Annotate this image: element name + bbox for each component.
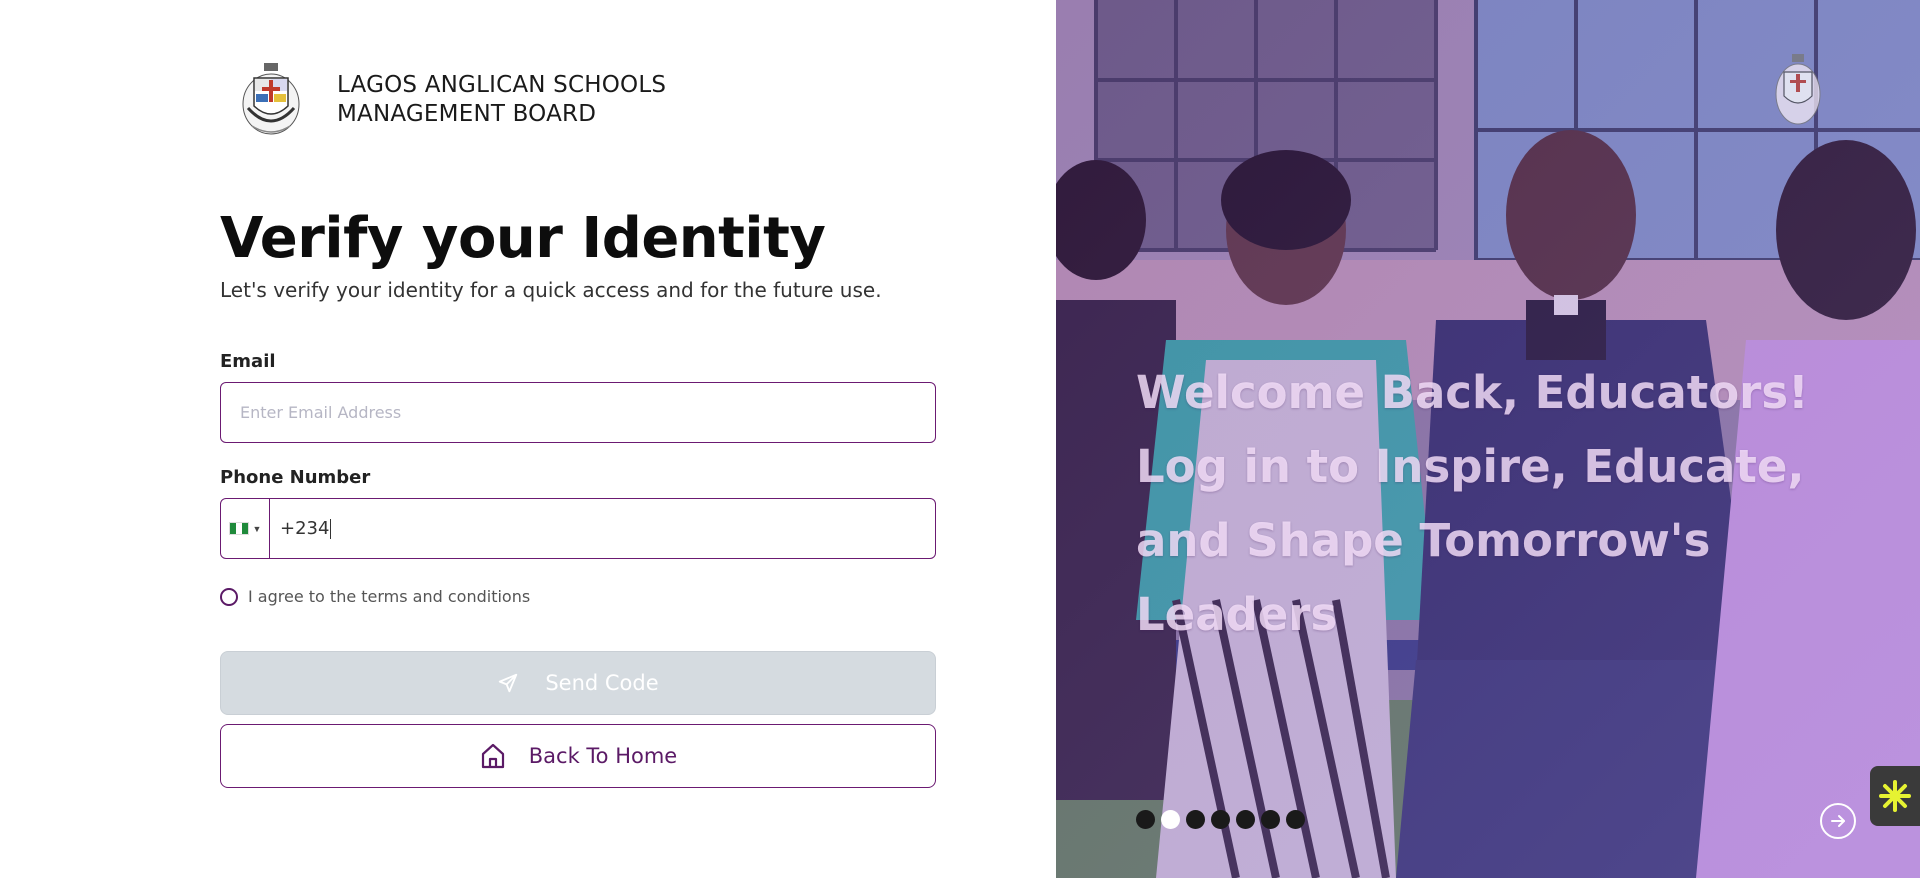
send-code-button[interactable]: Send Code: [220, 651, 936, 715]
phone-field[interactable]: +234: [270, 499, 935, 558]
send-icon: [497, 672, 519, 694]
crest-watermark-icon: [1775, 54, 1821, 125]
carousel-dot[interactable]: [1136, 810, 1155, 829]
chevron-down-icon: ▼: [252, 523, 262, 534]
country-code-dropdown[interactable]: ▼: [221, 499, 270, 558]
page-title: Verify your Identity: [220, 206, 826, 271]
email-field-wrapper: [220, 382, 936, 443]
assistant-widget-button[interactable]: [1870, 766, 1920, 826]
back-to-home-label: Back To Home: [528, 744, 678, 768]
back-to-home-button[interactable]: Back To Home: [220, 724, 936, 788]
brand-header: LAGOS ANGLICAN SCHOOLS MANAGEMENT BOARD: [240, 60, 666, 140]
terms-label: I agree to the terms and conditions: [248, 587, 531, 606]
email-label: Email: [220, 351, 276, 372]
hero-panel: Welcome Back, Educators! Log in to Inspi…: [1056, 0, 1920, 878]
carousel-dot[interactable]: [1261, 810, 1280, 829]
carousel-dot[interactable]: [1236, 810, 1255, 829]
send-code-label: Send Code: [545, 671, 659, 695]
hero-headline: Welcome Back, Educators! Log in to Inspi…: [1136, 366, 1809, 641]
carousel-dot-active[interactable]: [1161, 810, 1180, 829]
brand-name: LAGOS ANGLICAN SCHOOLS MANAGEMENT BOARD: [337, 71, 666, 129]
login-panel: LAGOS ANGLICAN SCHOOLS MANAGEMENT BOARD …: [0, 0, 1056, 878]
terms-checkbox[interactable]: [220, 587, 238, 606]
crest-logo-icon: [242, 63, 300, 135]
phone-field-wrapper: ▼ +234: [220, 498, 936, 559]
email-field[interactable]: [221, 383, 935, 442]
asterisk-icon: [1879, 780, 1911, 812]
carousel-dot[interactable]: [1186, 810, 1205, 829]
home-icon: [479, 742, 507, 770]
brand-name-line2: MANAGEMENT BOARD: [337, 101, 597, 127]
phone-field-value: +234: [280, 518, 330, 539]
carousel-dot[interactable]: [1211, 810, 1230, 829]
carousel-indicators: [1136, 810, 1305, 829]
text-cursor: [330, 518, 332, 539]
phone-label: Phone Number: [220, 467, 371, 488]
brand-name-line1: LAGOS ANGLICAN SCHOOLS: [337, 72, 667, 98]
arrow-right-circle-icon: [1831, 815, 1845, 827]
page-subtitle: Let's verify your identity for a quick a…: [220, 278, 882, 302]
carousel-dot[interactable]: [1286, 810, 1305, 829]
carousel-next-button[interactable]: [1820, 803, 1856, 839]
nigeria-flag-icon: [228, 522, 249, 535]
terms-row: I agree to the terms and conditions: [220, 587, 530, 606]
